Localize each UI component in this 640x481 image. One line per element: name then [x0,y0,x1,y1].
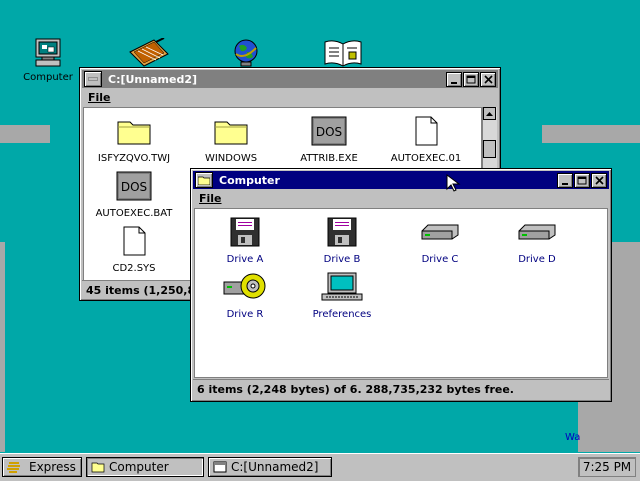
drive-label: Drive C [421,254,459,265]
maximize-icon [577,176,587,185]
start-label: Express [29,460,76,474]
preferences-icon [321,272,363,301]
file-item[interactable]: ISFYZQVO.TWJ [89,116,179,164]
system-menu-button[interactable] [195,172,213,188]
drive-item[interactable]: Drive B [297,217,387,265]
dos-icon: DOS [311,116,347,146]
hard-drive-icon [421,224,459,240]
start-button[interactable]: Express [2,457,82,477]
minimize-icon [562,182,568,185]
window-computer[interactable]: Computer File Drive A Drive B Drive C Dr… [190,168,612,402]
close-button[interactable] [591,173,607,188]
window-small-icon [213,461,227,473]
scroll-thumb[interactable] [483,140,496,158]
minimize-icon [451,81,457,84]
file-item-label: WINDOWS [204,153,258,164]
hard-drive-icon [518,224,556,240]
file-item-label: ISFYZQVO.TWJ [97,153,171,164]
folder-icon [117,121,151,145]
menu-bar: File [82,89,498,106]
desktop-icon-label: Computer [18,72,78,83]
file-item[interactable]: AUTOEXEC.01 [381,116,471,164]
maximize-button[interactable] [574,173,590,188]
maximize-icon [466,75,476,84]
dos-icon-text: DOS [316,125,342,139]
desktop-backdrop-left-lower [0,242,5,452]
task-button-computer[interactable]: Computer [86,457,204,477]
system-menu-button[interactable] [84,71,102,87]
computer-icon [35,38,61,67]
express-icon [7,462,20,473]
task-button-unnamed2[interactable]: C:[Unnamed2] [208,457,332,477]
book-icon [324,40,362,67]
drive-label: Drive D [518,254,556,265]
drive-label: Drive A [226,254,264,265]
computer-items-area[interactable]: Drive A Drive B Drive C Drive D Drive R … [194,208,608,378]
preferences-label: Preferences [312,309,372,320]
close-icon [483,75,493,84]
desktop-backdrop-right [542,125,640,143]
floppy-icon [230,217,260,247]
status-bar: 6 items (2,248 bytes) of 6. 288,735,232 … [193,379,609,398]
close-button[interactable] [480,72,496,87]
file-item[interactable]: DOS ATTRIB.EXE [284,116,374,164]
cdrom-icon [223,273,266,299]
document-icon [415,116,438,146]
file-item[interactable]: WINDOWS [186,116,276,164]
task-label: Computer [109,460,169,474]
system-menu-icon [88,77,98,81]
task-label: C:[Unnamed2] [231,460,319,474]
desktop-edge-text: Wa [565,432,581,443]
drive-item[interactable]: Drive C [395,217,485,265]
minimize-button[interactable] [446,72,462,87]
drive-label: Drive B [323,254,361,265]
menu-file[interactable]: File [199,192,222,205]
taskbar: Express Computer C:[Unnamed2] 7:25 PM [0,453,640,481]
window-title: Computer [219,173,280,187]
minimize-button[interactable] [557,173,573,188]
file-item-label: AUTOEXEC.BAT [95,208,173,219]
file-item-label: ATTRIB.EXE [300,153,358,164]
mouse-pointer-icon [446,174,461,192]
file-item-label: AUTOEXEC.01 [390,153,462,164]
dos-icon-text: DOS [121,180,147,194]
arrow-up-icon [486,111,493,116]
drive-item[interactable]: Drive A [200,217,290,265]
dos-icon: DOS [116,171,152,201]
desktop-icon-computer[interactable]: Computer [18,38,78,83]
maximize-button[interactable] [463,72,479,87]
drive-label: Drive R [226,309,264,320]
drive-item[interactable]: Drive R [200,272,290,320]
notebook-icon [129,37,169,67]
globe-icon [234,39,258,67]
file-item[interactable]: DOS AUTOEXEC.BAT [89,171,179,219]
floppy-icon [327,217,357,247]
menu-file[interactable]: File [88,91,111,104]
close-icon [594,176,604,185]
scroll-up-button[interactable] [483,107,496,120]
folder-small-icon [91,462,105,473]
status-text: 45 items (1,250,89 [86,284,203,297]
file-item-label: CD2.SYS [112,263,156,274]
window-title: C:[Unnamed2] [108,72,197,86]
desktop-backdrop-left [0,125,50,143]
document-icon [123,226,146,256]
preferences-item[interactable]: Preferences [297,272,387,320]
title-bar[interactable]: C:[Unnamed2] [82,70,498,88]
file-item[interactable]: CD2.SYS [89,226,179,274]
folder-small-icon [198,176,210,185]
status-text: 6 items (2,248 bytes) of 6. 288,735,232 … [197,383,514,396]
taskbar-clock: 7:25 PM [578,457,636,477]
drive-item[interactable]: Drive D [492,217,582,265]
menu-bar: File [193,190,609,207]
folder-icon [214,121,248,145]
title-bar[interactable]: Computer [193,171,609,189]
